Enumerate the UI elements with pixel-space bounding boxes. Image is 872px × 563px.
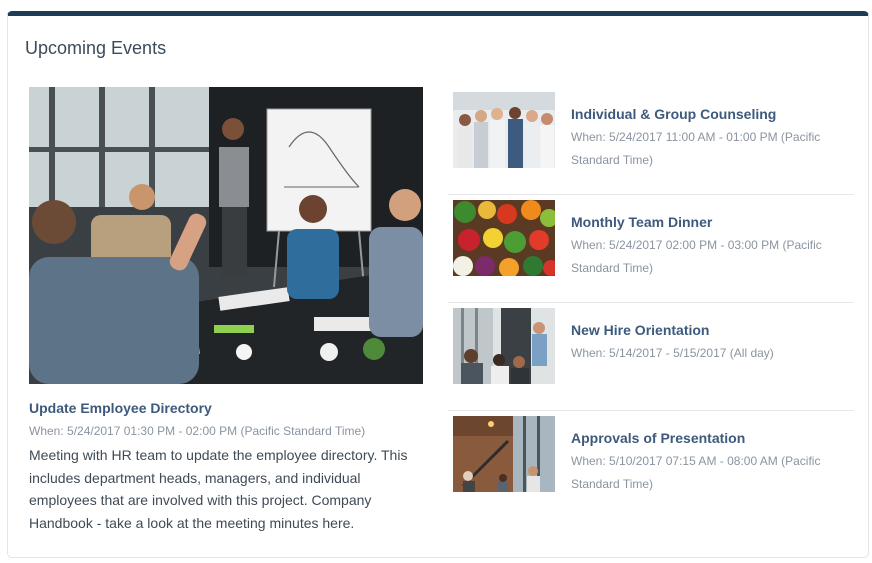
meeting-photo-thumbnail[interactable] xyxy=(453,308,555,384)
event-when: When: 5/24/2017 11:00 AM - 01:00 PM (Pac… xyxy=(571,130,821,167)
event-title[interactable]: Monthly Team Dinner xyxy=(571,214,712,230)
featured-event-description: Meeting with HR team to update the emplo… xyxy=(29,447,408,531)
card-title: Upcoming Events xyxy=(25,38,167,58)
featured-event-when: When: 5/24/2017 01:30 PM - 02:00 PM (Pac… xyxy=(29,424,366,438)
event-title[interactable]: Individual & Group Counseling xyxy=(571,106,776,122)
event-title[interactable]: New Hire Orientation xyxy=(571,322,709,338)
event-list-item[interactable]: Monthly Team Dinner When: 5/24/2017 02:0… xyxy=(448,195,854,303)
featured-event-image[interactable] xyxy=(29,87,423,384)
office-photo-thumbnail[interactable] xyxy=(453,416,555,492)
event-list-item[interactable]: New Hire Orientation When: 5/14/2017 - 5… xyxy=(448,303,854,411)
event-list-item[interactable]: Approvals of Presentation When: 5/10/201… xyxy=(448,411,854,519)
event-when: When: 5/14/2017 - 5/15/2017 (All day) xyxy=(571,346,774,360)
event-title[interactable]: Approvals of Presentation xyxy=(571,430,745,446)
event-when: When: 5/24/2017 02:00 PM - 03:00 PM (Pac… xyxy=(571,238,822,275)
upcoming-events-card: Upcoming Events Update Employee Director… xyxy=(7,11,869,558)
vegetables-photo-thumbnail[interactable] xyxy=(453,200,555,276)
featured-event-title[interactable]: Update Employee Directory xyxy=(29,400,212,416)
event-list-item[interactable]: Individual & Group Counseling When: 5/24… xyxy=(448,87,854,195)
team-photo-thumbnail[interactable] xyxy=(453,92,555,168)
event-when: When: 5/10/2017 07:15 AM - 08:00 AM (Pac… xyxy=(571,454,821,491)
